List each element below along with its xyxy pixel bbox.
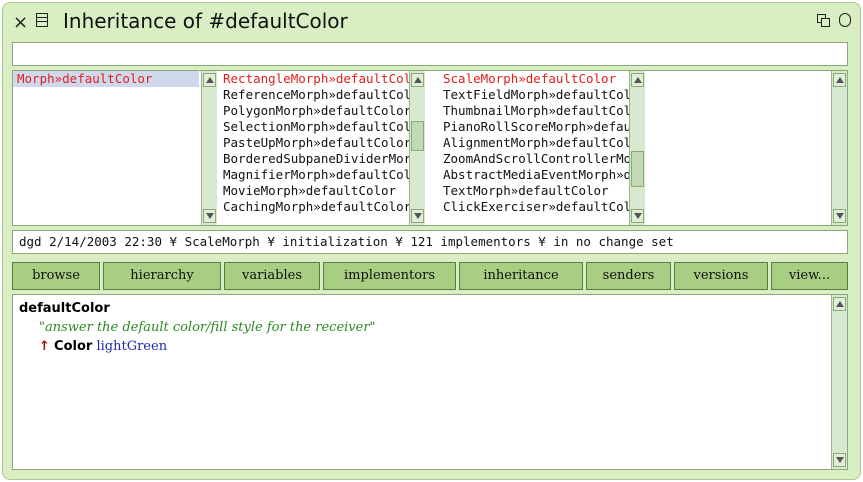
- return-statement: ↑ Color lightGreen: [19, 339, 376, 358]
- method-info-bar: dgd 2/14/2003 22:30 ¥ ScaleMorph ¥ initi…: [12, 230, 848, 254]
- list-item[interactable]: PianoRollScoreMorph»defaultColor: [439, 119, 629, 135]
- title-bar[interactable]: × Inheritance of #defaultColor: [3, 3, 860, 41]
- return-caret: ↑: [39, 339, 50, 354]
- browse-button[interactable]: browse: [12, 262, 100, 290]
- code-scrollbar[interactable]: [831, 295, 847, 469]
- list-item[interactable]: ScaleMorph»defaultColor: [439, 71, 629, 87]
- list-item[interactable]: CachingMorph»defaultColor: [219, 199, 409, 215]
- pane-implementor-list-1[interactable]: Morph»defaultColor: [13, 71, 199, 225]
- scroll-down-icon[interactable]: [833, 209, 846, 223]
- view-menu-button[interactable]: view...: [771, 262, 848, 290]
- hierarchy-button[interactable]: hierarchy: [103, 262, 221, 290]
- list-item[interactable]: PasteUpMorph»defaultColor: [219, 135, 409, 151]
- scroll-down-icon[interactable]: [203, 209, 216, 223]
- pane-implementor-list-2[interactable]: RectangleMorph»defaultColor ReferenceMor…: [219, 71, 409, 225]
- pane4-scrollbar[interactable]: [831, 71, 847, 225]
- list-panes: Morph»defaultColor RectangleMorph»defaul…: [12, 70, 848, 226]
- senders-button[interactable]: senders: [586, 262, 671, 290]
- method-comment: "answer the default color/fill style for…: [39, 320, 376, 335]
- list-item[interactable]: ThumbnailMorph»defaultColor: [439, 103, 629, 119]
- scroll-up-icon[interactable]: [411, 73, 424, 87]
- expand-icon[interactable]: [839, 13, 851, 27]
- list-item[interactable]: MovieMorph»defaultColor: [219, 183, 409, 199]
- inheritance-button[interactable]: inheritance: [459, 262, 583, 290]
- window-menu-icon[interactable]: [36, 13, 48, 27]
- scroll-thumb[interactable]: [631, 151, 644, 187]
- code-pane[interactable]: defaultColor "answer the default color/f…: [12, 294, 848, 470]
- method-selector: defaultColor: [19, 301, 110, 316]
- scroll-up-icon[interactable]: [631, 73, 644, 87]
- list-item[interactable]: RectangleMorph»defaultColor: [219, 71, 409, 87]
- scroll-up-icon[interactable]: [833, 73, 846, 87]
- list-item[interactable]: TextMorph»defaultColor: [439, 183, 629, 199]
- browser-button-row: browse hierarchy variables implementors …: [12, 262, 848, 290]
- versions-button[interactable]: versions: [674, 262, 768, 290]
- pane-implementor-list-4[interactable]: [647, 71, 831, 225]
- list-item[interactable]: BorderedSubpaneDividerMorph»defaultColor: [219, 151, 409, 167]
- message-send: lightGreen: [96, 339, 168, 354]
- scroll-down-icon[interactable]: [631, 209, 644, 223]
- list-item[interactable]: AbstractMediaEventMorph»defaultColor: [439, 167, 629, 183]
- window-title: Inheritance of #defaultColor: [63, 9, 348, 33]
- search-input[interactable]: [12, 42, 848, 66]
- scroll-thumb[interactable]: [411, 121, 424, 151]
- list-item[interactable]: ClickExerciser»defaultColor: [439, 199, 629, 215]
- class-reference: Color: [54, 339, 93, 354]
- close-icon[interactable]: ×: [13, 12, 28, 33]
- scroll-down-icon[interactable]: [411, 209, 424, 223]
- pane2-scrollbar[interactable]: [409, 71, 425, 225]
- list-item[interactable]: ZoomAndScrollControllerMorph»defaultColo…: [439, 151, 629, 167]
- variables-button[interactable]: variables: [224, 262, 320, 290]
- scroll-down-icon[interactable]: [833, 453, 846, 467]
- pane-implementor-list-3[interactable]: ScaleMorph»defaultColor TextFieldMorph»d…: [439, 71, 629, 225]
- list-item[interactable]: PolygonMorph»defaultColor: [219, 103, 409, 119]
- collapse-icon[interactable]: [817, 14, 830, 27]
- list-item[interactable]: MagnifierMorph»defaultColor: [219, 167, 409, 183]
- list-item[interactable]: AlignmentMorph»defaultColor: [439, 135, 629, 151]
- pane1-scrollbar[interactable]: [201, 71, 217, 225]
- method-source[interactable]: defaultColor "answer the default color/f…: [19, 301, 376, 358]
- list-item[interactable]: TextFieldMorph»defaultColor: [439, 87, 629, 103]
- pane3-scrollbar[interactable]: [629, 71, 645, 225]
- implementors-button[interactable]: implementors: [323, 262, 456, 290]
- list-item[interactable]: ReferenceMorph»defaultColor: [219, 87, 409, 103]
- scroll-up-icon[interactable]: [203, 73, 216, 87]
- list-item[interactable]: Morph»defaultColor: [13, 71, 199, 87]
- scroll-up-icon[interactable]: [833, 297, 846, 311]
- list-item[interactable]: SelectionMorph»defaultColor: [219, 119, 409, 135]
